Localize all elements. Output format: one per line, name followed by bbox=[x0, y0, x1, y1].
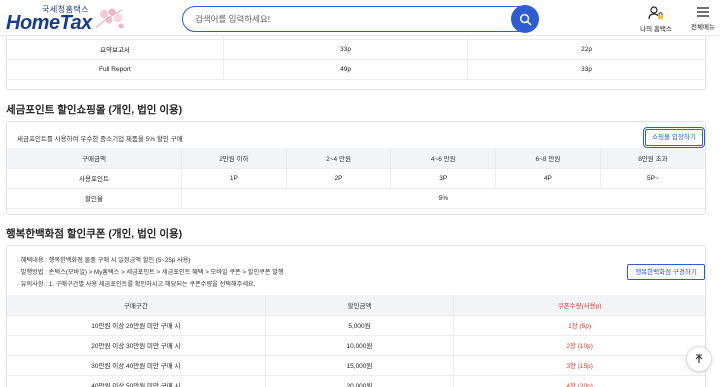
coupon-browse-button[interactable]: 행복한백화점 구경하기 bbox=[627, 264, 705, 280]
coupon-bullet: · 유의사항 : 1. 구매구간별 사용 세금포인트를 확인하시고 해당되는 쿠… bbox=[17, 281, 256, 288]
points-cell: 3P bbox=[390, 168, 497, 189]
row-label: 사용포인트 bbox=[7, 168, 183, 189]
report-name: 요약보고서 bbox=[7, 39, 224, 60]
user-lock-icon bbox=[648, 6, 663, 20]
table-row: Full Report 49p 33p bbox=[7, 59, 705, 80]
discount-cell: 5% bbox=[181, 188, 705, 209]
table-row: 30만원 이상 40만원 미만 구매 시 15,000원 3장 (15p) bbox=[7, 355, 705, 376]
range-cell: 20만원 이상 30만원 미만 구매 시 bbox=[7, 335, 266, 356]
shopping-card: 세금포인트를 사용하여 우수한 중소기업 제품을 5% 할인 구매 쇼핑몰 입장… bbox=[6, 121, 706, 215]
table-header-row: 구매구간 할인금액 쿠폰수량(사용p) bbox=[7, 295, 705, 316]
column-header: 4~6 만원 bbox=[390, 148, 497, 169]
coupon-bullet: · 혜택내용 : 행복한백화점 물품 구매 시 일정금액 할인 (5~25p 사… bbox=[17, 257, 191, 264]
logo-text: HomeTax bbox=[6, 12, 92, 34]
report-value: 33p bbox=[223, 39, 469, 60]
shopping-section-title: 세금포인트 할인쇼핑몰 (개인, 법인 이용) bbox=[6, 104, 183, 116]
all-menu-label: 전체메뉴 bbox=[691, 24, 715, 31]
amount-cell: 15,000원 bbox=[265, 355, 455, 376]
my-hometax-label: 나의 홈택스 bbox=[640, 26, 672, 33]
points-cell: 5P~ bbox=[600, 168, 705, 189]
arrow-up-icon bbox=[695, 354, 703, 363]
table-row: 할인율 5% bbox=[7, 188, 705, 209]
points-cell: 2P bbox=[286, 168, 392, 189]
my-hometax-link[interactable]: 나의 홈택스 bbox=[636, 5, 676, 33]
table-header-row: 구매금액 2만원 이하 2~4 만원 4~6 만원 6~8 만원 8만원 초과 bbox=[7, 148, 705, 169]
column-header: 2~4 만원 bbox=[286, 148, 392, 169]
amount-cell: 20,000원 bbox=[265, 375, 455, 387]
column-header: 구매구간 bbox=[7, 295, 266, 316]
qty-cell: 4장 (20p) bbox=[453, 375, 705, 387]
table-row: 40만원 이상 50만원 미만 구매 시 20,000원 4장 (20p) bbox=[7, 375, 705, 387]
report-name: Full Report bbox=[7, 59, 224, 80]
report-value: 22p bbox=[467, 39, 705, 60]
amount-cell: 5,000원 bbox=[265, 315, 455, 336]
column-header: 구매금액 bbox=[7, 148, 183, 169]
search-icon bbox=[519, 13, 531, 25]
hometax-logo[interactable]: 국세청홈택스 HomeTax bbox=[6, 4, 126, 34]
column-header: 할인금액 bbox=[265, 295, 455, 316]
search-input[interactable] bbox=[195, 11, 495, 27]
table-row: 요약보고서 33p 22p bbox=[7, 39, 705, 60]
column-header: 쿠폰수량(사용p) bbox=[453, 295, 705, 316]
table-row: 20만원 이상 30만원 미만 구매 시 10,000원 2장 (10p) bbox=[7, 335, 705, 356]
coupon-table: 구매구간 할인금액 쿠폰수량(사용p) 10만원 이상 20만원 미만 구매 시… bbox=[7, 295, 705, 387]
range-cell: 10만원 이상 20만원 미만 구매 시 bbox=[7, 315, 266, 336]
blossom-icon bbox=[95, 8, 124, 29]
table-row: 10만원 이상 20만원 미만 구매 시 5,000원 1장 (5p) bbox=[7, 315, 705, 336]
points-cell: 4P bbox=[495, 168, 601, 189]
row-label: 할인율 bbox=[7, 188, 183, 209]
shopping-enter-button[interactable]: 쇼핑몰 입장하기 bbox=[643, 127, 705, 148]
points-cell: 1P bbox=[181, 168, 287, 189]
report-table: 요약보고서 33p 22p Full Report 49p 33p bbox=[7, 31, 705, 80]
column-header: 6~8 만원 bbox=[495, 148, 601, 169]
top-header: 국세청홈택스 HomeTax 나의 홈택스 bbox=[0, 0, 720, 36]
coupon-bullet: · 발행방법 : 손택스(모바일) > My홈택스 > 세금포인트 > 세금포인… bbox=[17, 269, 284, 276]
shopping-table: 구매금액 2만원 이하 2~4 만원 4~6 만원 6~8 만원 8만원 초과 … bbox=[7, 148, 705, 209]
hamburger-icon bbox=[697, 7, 709, 17]
report-value: 33p bbox=[467, 59, 705, 80]
search-bar bbox=[182, 5, 539, 33]
all-menu-button[interactable]: 전체메뉴 bbox=[686, 5, 720, 31]
table-row: 사용포인트 1P 2P 3P 4P 5P~ bbox=[7, 168, 705, 189]
range-cell: 30만원 이상 40만원 미만 구매 시 bbox=[7, 355, 266, 376]
scroll-to-top-button[interactable] bbox=[686, 346, 712, 372]
search-button[interactable] bbox=[511, 5, 539, 33]
shopping-description: 세금포인트를 사용하여 우수한 중소기업 제품을 5% 할인 구매 bbox=[17, 136, 183, 143]
coupon-card: · 혜택내용 : 행복한백화점 물품 구매 시 일정금액 할인 (5~25p 사… bbox=[6, 245, 706, 387]
range-cell: 40만원 이상 50만원 미만 구매 시 bbox=[7, 375, 266, 387]
qty-cell: 3장 (15p) bbox=[453, 355, 705, 376]
qty-cell: 1장 (5p) bbox=[453, 315, 705, 336]
coupon-section-title: 행복한백화점 할인쿠폰 (개인, 법인 이용) bbox=[6, 228, 183, 240]
column-header: 8만원 초과 bbox=[600, 148, 705, 169]
qty-cell: 2장 (10p) bbox=[453, 335, 705, 356]
column-header: 2만원 이하 bbox=[181, 148, 287, 169]
amount-cell: 10,000원 bbox=[265, 335, 455, 356]
report-value: 49p bbox=[223, 59, 469, 80]
